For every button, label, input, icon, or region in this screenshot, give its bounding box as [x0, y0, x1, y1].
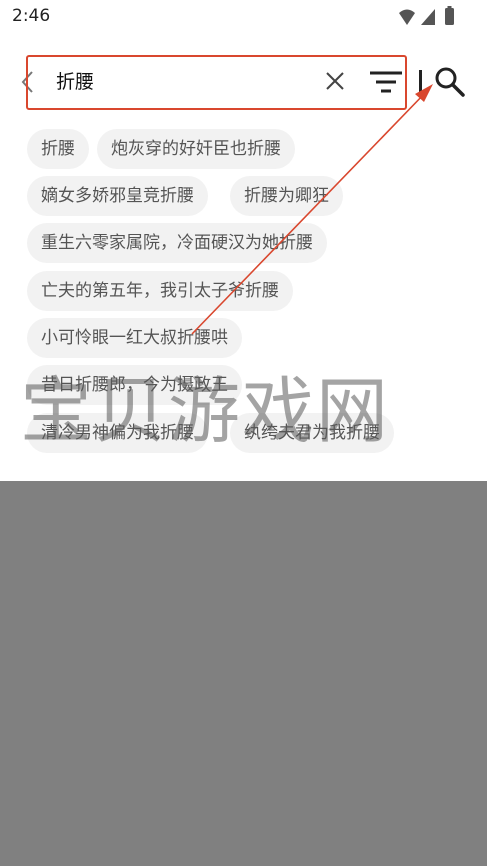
status-icons: [399, 6, 454, 25]
history-tag[interactable]: 炮灰穿的好奸臣也折腰: [97, 129, 295, 169]
search-page: 2:46 折腰 折腰 炮灰穿的好奸臣也折腰 嫡女多娇邪皇竞折腰 折腰为卿狂 重生…: [0, 0, 487, 481]
back-icon[interactable]: [18, 68, 38, 96]
history-tag[interactable]: 折腰: [27, 129, 89, 169]
dimmed-overlay[interactable]: [0, 481, 487, 866]
history-tag[interactable]: 昔日折腰郎，今为摄政王: [27, 365, 242, 405]
clear-icon[interactable]: [324, 70, 346, 92]
history-tag[interactable]: 嫡女多娇邪皇竞折腰: [27, 176, 208, 216]
status-time: 2:46: [12, 6, 51, 26]
search-input[interactable]: 折腰: [56, 64, 316, 100]
status-bar: 2:46: [0, 0, 487, 34]
history-tag[interactable]: 亡夫的第五年，我引太子爷折腰: [27, 271, 293, 311]
history-tag[interactable]: 重生六零家属院，冷面硬汉为她折腰: [27, 223, 327, 263]
history-tag[interactable]: 小可怜眼一红大叔折腰哄: [27, 318, 242, 358]
battery-icon: [445, 8, 454, 25]
history-tag[interactable]: 折腰为卿狂: [230, 176, 343, 216]
history-tag[interactable]: 纨绔夫君为我折腰: [230, 413, 394, 453]
search-divider: [419, 70, 422, 92]
search-bar: 折腰: [0, 54, 487, 112]
history-tag[interactable]: 清冷男神偏为我折腰: [27, 413, 208, 453]
signal-icon: [421, 9, 435, 25]
wifi-icon: [399, 9, 415, 25]
search-icon[interactable]: [434, 66, 466, 98]
filter-icon[interactable]: [368, 68, 404, 96]
